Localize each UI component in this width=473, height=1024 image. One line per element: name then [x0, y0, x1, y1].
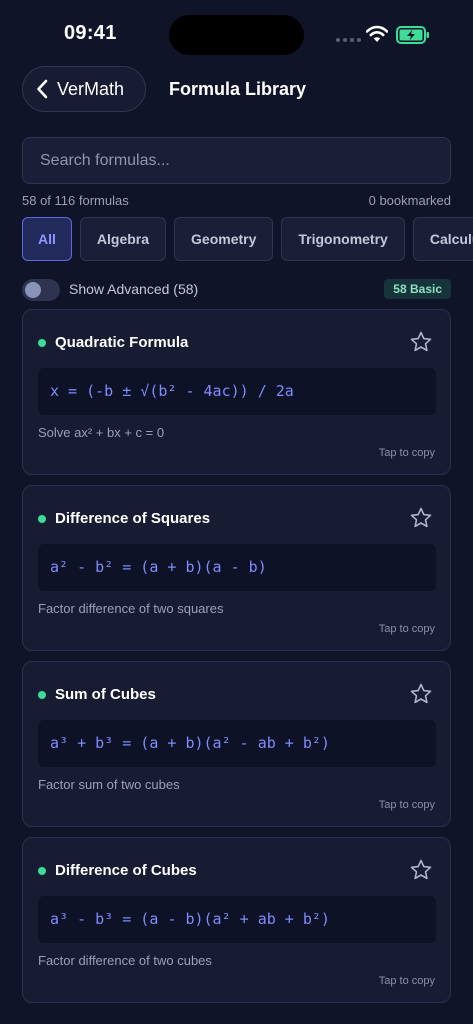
formula-expression[interactable]: a³ - b³ = (a - b)(a² + ab + b²) [38, 896, 436, 943]
tap-to-copy-hint: Tap to copy [378, 799, 435, 811]
star-icon[interactable] [409, 858, 433, 882]
formula-title: Difference of Squares [55, 510, 211, 527]
tab-all[interactable]: All [22, 217, 72, 261]
tab-calculus[interactable]: Calculus [412, 217, 473, 261]
battery-icon [396, 26, 429, 44]
category-tabs: All Algebra Geometry Trigonometry Calcul… [22, 217, 473, 262]
star-icon[interactable] [409, 330, 433, 354]
formula-card[interactable]: Sum of Cubes a³ + b³ = (a + b)(a² - ab +… [22, 661, 451, 827]
star-icon[interactable] [409, 682, 433, 706]
advanced-toggle-label: Show Advanced (58) [69, 281, 199, 297]
advanced-toggle[interactable] [22, 279, 60, 301]
formula-count: 58 of 116 formulas [22, 193, 129, 208]
tap-to-copy-hint: Tap to copy [378, 623, 435, 635]
tab-algebra[interactable]: Algebra [79, 217, 167, 261]
tap-to-copy-hint: Tap to copy [378, 447, 435, 459]
formula-title: Sum of Cubes [55, 686, 156, 703]
advanced-toggle-row: Show Advanced (58) 58 Basic [22, 279, 451, 301]
formula-description: Solve ax² + bx + c = 0 [38, 425, 165, 440]
back-button[interactable]: VerMath [22, 66, 146, 112]
chevron-left-icon [37, 79, 48, 99]
formula-list: Quadratic Formula x = (-b ± √(b² - 4ac))… [22, 309, 451, 1013]
tab-geometry[interactable]: Geometry [174, 217, 274, 261]
star-icon[interactable] [409, 506, 433, 530]
formula-expression[interactable]: a² - b² = (a + b)(a - b) [38, 544, 436, 591]
tap-to-copy-hint: Tap to copy [378, 975, 435, 987]
page-title: Formula Library [169, 79, 307, 99]
toggle-knob [25, 282, 41, 298]
basic-count-badge: 58 Basic [384, 279, 451, 299]
formula-card[interactable]: Quadratic Formula x = (-b ± √(b² - 4ac))… [22, 309, 451, 475]
search-input[interactable]: Search formulas... [22, 137, 451, 184]
signal-icon [336, 38, 361, 42]
formula-card[interactable]: Difference of Squares a² - b² = (a + b)(… [22, 485, 451, 651]
basic-level-dot [38, 691, 46, 699]
basic-level-dot [38, 867, 46, 875]
wifi-icon [366, 25, 388, 42]
formula-title: Difference of Cubes [55, 862, 197, 879]
formula-description: Factor difference of two cubes [38, 953, 212, 968]
formula-title: Quadratic Formula [55, 334, 189, 351]
bookmark-count: 0 bookmarked [368, 193, 451, 208]
basic-level-dot [38, 339, 46, 347]
dynamic-island [169, 15, 304, 55]
formula-description: Factor difference of two squares [38, 601, 224, 616]
status-time: 09:41 [64, 22, 117, 44]
tab-trigonometry[interactable]: Trigonometry [281, 217, 405, 261]
formula-description: Factor sum of two cubes [38, 777, 180, 792]
formula-card[interactable]: Difference of Cubes a³ - b³ = (a - b)(a²… [22, 837, 451, 1003]
formula-expression[interactable]: a³ + b³ = (a + b)(a² - ab + b²) [38, 720, 436, 767]
nav-bar: VerMath Formula Library [0, 66, 473, 114]
status-bar: 09:41 [0, 0, 473, 64]
back-button-label: VerMath [57, 78, 125, 99]
formula-expression[interactable]: x = (-b ± √(b² - 4ac)) / 2a [38, 368, 436, 415]
basic-level-dot [38, 515, 46, 523]
